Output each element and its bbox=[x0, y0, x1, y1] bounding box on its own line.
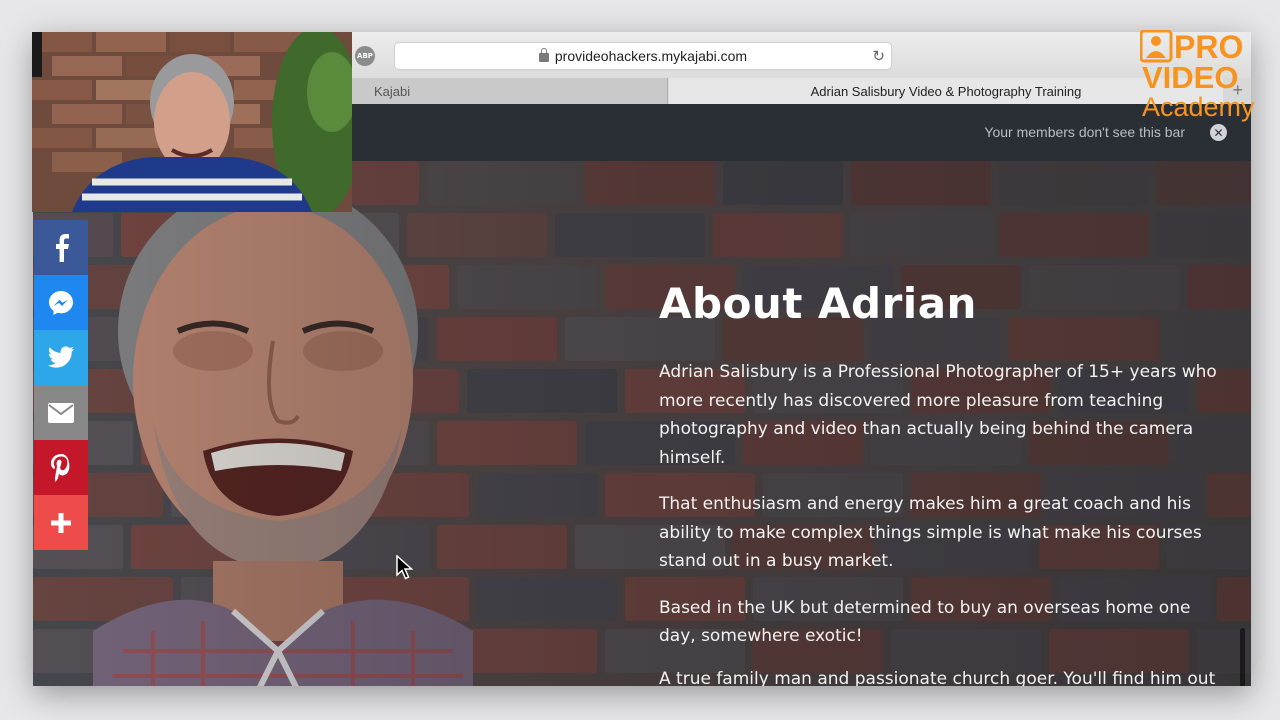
webcam-video bbox=[32, 32, 352, 212]
lock-icon bbox=[538, 47, 549, 62]
pinterest-share-button[interactable] bbox=[34, 440, 88, 495]
svg-text:Academy: Academy bbox=[1142, 92, 1255, 122]
email-icon bbox=[48, 402, 74, 423]
about-section: About Adrian Adrian Salisbury is a Profe… bbox=[659, 279, 1219, 686]
messenger-icon bbox=[49, 290, 73, 315]
url-text: provideohackers.mykajabi.com bbox=[554, 48, 748, 64]
tab-label: Kajabi bbox=[374, 83, 411, 99]
twitter-share-button[interactable] bbox=[34, 330, 88, 385]
pinterest-icon bbox=[51, 453, 70, 482]
about-paragraph: Based in the UK but determined to buy an… bbox=[659, 597, 1191, 647]
email-share-button[interactable] bbox=[34, 385, 88, 440]
more-share-button[interactable] bbox=[34, 495, 88, 550]
about-paragraph: A true family man and passionate church … bbox=[659, 669, 1216, 686]
pro-video-academy-logo: PRO VIDEO Academy bbox=[1140, 30, 1255, 122]
address-bar[interactable]: provideohackers.mykajabi.com ↻ bbox=[394, 42, 892, 70]
close-icon[interactable]: ✕ bbox=[1210, 124, 1227, 141]
about-paragraph: Adrian Salisbury is a Professional Photo… bbox=[659, 362, 1217, 468]
svg-text:VIDEO: VIDEO bbox=[1142, 60, 1238, 95]
facebook-icon bbox=[56, 233, 69, 262]
about-heading: About Adrian bbox=[659, 279, 977, 328]
reload-icon[interactable]: ↻ bbox=[872, 47, 885, 65]
mouse-cursor-icon bbox=[396, 555, 414, 580]
about-paragraph: That enthusiasm and energy makes him a g… bbox=[659, 494, 1202, 571]
plus-icon bbox=[51, 512, 71, 533]
adblock-icon[interactable]: ABP bbox=[355, 46, 375, 66]
messenger-share-button[interactable] bbox=[34, 275, 88, 330]
tab-label: Adrian Salisbury Video & Photography Tra… bbox=[810, 83, 1082, 99]
tab-kajabi[interactable]: Kajabi bbox=[352, 78, 668, 104]
share-bar bbox=[34, 220, 88, 550]
admin-bar-text: Your members don't see this bar bbox=[984, 124, 1185, 140]
about-hero: About Adrian Adrian Salisbury is a Profe… bbox=[33, 161, 1251, 686]
facebook-share-button[interactable] bbox=[34, 220, 88, 275]
twitter-icon bbox=[48, 345, 74, 368]
scrollbar-thumb[interactable] bbox=[1240, 628, 1245, 686]
